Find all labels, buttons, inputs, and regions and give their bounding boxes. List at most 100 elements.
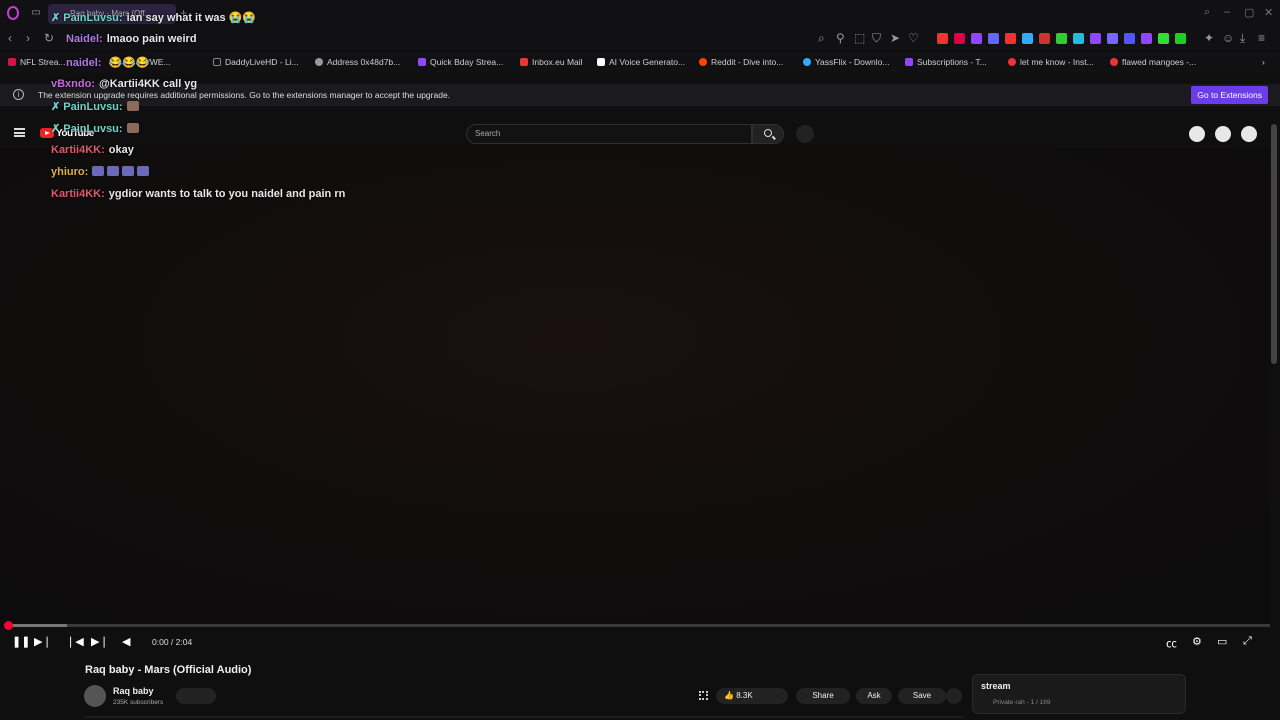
search-input[interactable]: Search: [466, 124, 752, 144]
bookmark-item[interactable]: DaddyLiveHD - Li...: [213, 57, 299, 67]
snapshot-icon[interactable]: ⬚: [854, 31, 865, 45]
channel-name[interactable]: Raq baby: [113, 686, 154, 696]
like-button[interactable]: 👍 8.3K: [716, 688, 788, 704]
bookmark-label: Subscriptions - T...: [917, 57, 987, 67]
chat-message: ✗ PainLuvsu: ian say what it was 😭😭: [51, 11, 256, 24]
extension-icon[interactable]: [1056, 33, 1067, 44]
page-scrollbar[interactable]: [1271, 124, 1277, 364]
search-button[interactable]: [752, 124, 784, 144]
youtube-masthead: YouTube Search: [0, 120, 1280, 148]
chat-emote-image: [126, 101, 139, 111]
extensions-puzzle-icon[interactable]: ✦: [1204, 31, 1214, 45]
bookmark-favicon-icon: [1008, 58, 1016, 66]
extension-icon[interactable]: [1158, 33, 1169, 44]
bookmark-item[interactable]: AI Voice Generato...: [597, 57, 685, 67]
grid-icon[interactable]: [699, 691, 708, 700]
save-button[interactable]: Save: [898, 688, 946, 704]
channel-avatar[interactable]: [84, 685, 106, 707]
extension-icon[interactable]: [988, 33, 999, 44]
extension-icon[interactable]: [971, 33, 982, 44]
reload-icon[interactable]: ↻: [44, 31, 54, 45]
chat-text: okay: [108, 144, 134, 156]
video-player[interactable]: [0, 148, 1270, 626]
ask-button[interactable]: Ask: [856, 688, 892, 704]
zoom-icon[interactable]: ⌕: [818, 31, 825, 46]
extension-icon[interactable]: [937, 33, 948, 44]
bookmark-favicon-icon: [213, 58, 221, 66]
progress-scrubber-handle[interactable]: [4, 621, 13, 630]
bookmark-favicon-icon: [520, 58, 528, 66]
tab-manager-icon[interactable]: ▭: [30, 7, 42, 19]
theater-mode-icon[interactable]: ▭: [1217, 635, 1227, 648]
voice-search-icon[interactable]: [796, 125, 814, 143]
skip-forward-icon[interactable]: ▶❘: [91, 635, 109, 648]
skip-back-icon[interactable]: ❘◀: [66, 635, 84, 648]
hamburger-menu-icon[interactable]: [14, 128, 25, 137]
bookmark-item[interactable]: NFL Strea...: [8, 57, 66, 67]
bookmark-item[interactable]: Address 0x48d7b...: [315, 57, 400, 67]
bookmark-label: YassFlix - Downlo...: [815, 57, 890, 67]
close-icon[interactable]: ✕: [1264, 6, 1273, 19]
extension-icon[interactable]: [1073, 33, 1084, 44]
video-progress-bar[interactable]: [8, 624, 1270, 627]
notifications-icon[interactable]: [1215, 126, 1231, 142]
more-actions-icon[interactable]: [946, 688, 962, 704]
bookmark-item[interactable]: YassFlix - Downlo...: [803, 57, 889, 67]
playlist-meta: Private·rah - 1 / 169: [993, 699, 1051, 706]
chat-emote: 😂: [122, 57, 136, 69]
extension-icon[interactable]: [1124, 33, 1135, 44]
chat-emote: 😂: [108, 57, 123, 69]
forward-icon[interactable]: ›: [26, 31, 30, 45]
extension-icon[interactable]: [1175, 33, 1186, 44]
opera-logo-icon[interactable]: [7, 6, 19, 20]
extension-icon[interactable]: [1039, 33, 1050, 44]
chat-text: @Kartii4KK call yg: [99, 78, 198, 90]
chat-emote: 😭: [228, 12, 243, 24]
go-to-extensions-button[interactable]: Go to Extensions: [1191, 86, 1268, 104]
extension-icon[interactable]: [1141, 33, 1152, 44]
send-icon[interactable]: ➤: [890, 31, 900, 45]
bookmark-item[interactable]: Subscriptions - T...: [905, 57, 987, 67]
pin-icon[interactable]: ⚲: [836, 31, 845, 45]
create-icon[interactable]: [1189, 126, 1205, 142]
playlist-title: stream: [981, 681, 1011, 691]
chat-emote-image: [92, 166, 105, 176]
bookmark-label: NFL Strea...: [20, 57, 66, 67]
bookmark-label: DaddyLiveHD - Li...: [225, 57, 299, 67]
account-avatar[interactable]: [1241, 126, 1257, 142]
extension-icon[interactable]: [1005, 33, 1016, 44]
heart-icon[interactable]: ♡: [908, 31, 919, 45]
extension-icon[interactable]: [1022, 33, 1033, 44]
bookmark-item[interactable]: flawed mangoes -...: [1110, 57, 1196, 67]
subscribe-button[interactable]: [176, 688, 216, 704]
share-button[interactable]: Share: [796, 688, 850, 704]
extension-icon[interactable]: [1090, 33, 1101, 44]
download-icon[interactable]: ⤓: [1240, 31, 1245, 46]
bookmarks-overflow-icon[interactable]: ›: [1262, 57, 1265, 67]
search-tabs-icon[interactable]: ⌕: [1204, 6, 1210, 19]
chat-badge-icon: ✗: [51, 12, 61, 24]
chat-username: PainLuvsu:: [63, 101, 123, 113]
bookmark-item[interactable]: Reddit - Dive into...: [699, 57, 783, 67]
back-icon[interactable]: ‹: [8, 31, 12, 45]
volume-icon[interactable]: ◀: [122, 635, 130, 648]
chat-message: Kartii4KK: ygdior wants to talk to you na…: [51, 188, 345, 200]
playlist-panel[interactable]: stream Private·rah - 1 / 169: [972, 674, 1186, 714]
captions-icon[interactable]: ㏄: [1166, 635, 1177, 651]
bookmark-item[interactable]: Inbox.eu Mail: [520, 57, 583, 67]
settings-gear-icon[interactable]: ⚙: [1192, 635, 1202, 648]
extension-icon[interactable]: [954, 33, 965, 44]
chat-username: Kartii4KK:: [51, 144, 105, 156]
bookmark-favicon-icon: [315, 58, 323, 66]
shield-icon[interactable]: ⛉: [872, 31, 881, 46]
minimize-icon[interactable]: –: [1224, 6, 1230, 18]
fullscreen-icon[interactable]: ⤢: [1243, 635, 1252, 648]
pause-icon[interactable]: ❚❚: [12, 635, 30, 648]
bookmark-item[interactable]: Quick Bday Strea...: [418, 57, 503, 67]
maximize-icon[interactable]: ▢: [1244, 6, 1254, 19]
browser-menu-icon[interactable]: ≡: [1258, 31, 1265, 45]
extension-icon[interactable]: [1107, 33, 1118, 44]
next-icon[interactable]: ▶❘: [34, 635, 52, 648]
profile-icon[interactable]: ☺: [1222, 31, 1234, 45]
bookmark-item[interactable]: let me know - Inst...: [1008, 57, 1094, 67]
